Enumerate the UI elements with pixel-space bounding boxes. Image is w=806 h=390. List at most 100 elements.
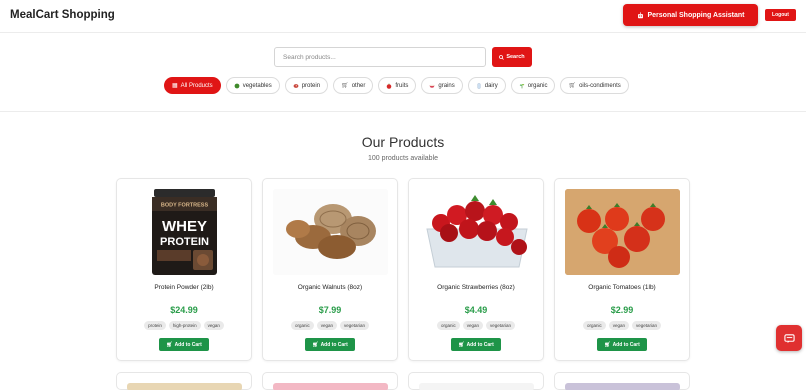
product-tags: organic vegan vegetarian [263,321,397,330]
cart-icon: 🛒︎ [341,83,349,89]
add-to-cart-label: Add to Cart [320,341,348,348]
search-button-label: Search [506,54,525,60]
meat-icon [293,83,299,88]
cart-icon: 🛒︎ [166,341,173,348]
product-tags: organic vegan vegetarian [555,321,689,330]
product-card: Organic Strawberries (8oz) $4.49 organic… [408,178,544,361]
sprout-icon [519,83,524,88]
category-chip-oils-condiments[interactable]: 🛒︎ oils-condiments [560,77,629,94]
search-input[interactable] [274,47,486,67]
cart-icon: 🛒︎ [312,341,319,348]
product-card: Organic Walnuts (8oz) $7.99 organic vega… [262,178,398,361]
tub-brand-text: BODY FORTRESS [161,203,209,209]
logout-button[interactable]: Logout [765,9,796,21]
product-card: BODY FORTRESS WHEY PROTEIN Protein Powde… [116,178,252,361]
product-name: Protein Powder (2lb) [154,284,214,291]
chip-label: All Products [180,82,213,89]
product-image[interactable] [273,383,388,390]
category-chip-organic[interactable]: organic [510,77,556,94]
category-chip-protein[interactable]: protein [284,77,329,94]
product-image[interactable] [565,383,680,390]
product-tag: vegetarian [340,321,370,330]
category-chip-all-products[interactable]: ▦ All Products [164,77,221,94]
product-price: $7.99 [318,305,342,315]
product-count: 100 products available [367,155,439,162]
product-image-tomatoes[interactable] [565,189,680,275]
tub-whey-text: WHEY [162,218,207,235]
walnuts-image [273,189,388,275]
vegetable-icon [234,83,240,88]
robot-icon [637,11,643,18]
chat-assistant-button[interactable] [776,325,802,351]
strawberries-image [419,189,534,275]
chip-label: fruits [395,82,409,89]
product-card [116,372,252,390]
category-chips: ▦ All Products vegetables protein 🛒︎ oth… [164,77,629,94]
section-title: Our Products [361,134,445,150]
product-tag: vegan [608,321,629,330]
product-name: Organic Tomatoes (1lb) [588,284,656,291]
product-tag: vegan [203,321,224,330]
add-to-cart-button[interactable]: 🛒︎ Add to Cart [597,338,647,351]
protein-tub-image: BODY FORTRESS WHEY PROTEIN [152,189,217,275]
product-tag: protein [144,321,166,330]
grid-icon: ▦ [172,83,178,89]
product-image-strawberries[interactable] [419,189,534,275]
product-tag: organic [290,321,314,330]
product-image[interactable] [419,383,534,390]
search-icon [499,54,505,60]
chip-label: oils-condiments [579,82,621,89]
chip-label: other [351,82,366,89]
category-chip-other[interactable]: 🛒︎ other [333,77,374,94]
product-tag: high-protein [168,321,201,330]
product-tag: vegetarian [486,321,516,330]
product-image[interactable] [127,383,242,390]
product-card [262,372,398,390]
chip-label: protein [301,82,321,89]
chip-label: dairy [484,82,498,89]
product-tag: organic [582,321,606,330]
cart-icon: 🛒︎ [568,83,577,89]
product-image-walnuts[interactable] [273,189,388,275]
add-to-cart-label: Add to Cart [466,341,494,348]
product-tags: organic vegan vegetarian [409,321,543,330]
apple-icon [387,82,392,89]
top-header: MealCart Shopping Personal Shopping Assi… [0,0,806,33]
product-tag: vegan [316,321,337,330]
product-price: $24.99 [170,305,198,315]
cart-icon: 🛒︎ [458,341,465,348]
chat-icon [783,333,795,343]
assistant-label: Personal Shopping Assistant [647,11,745,19]
product-tag: vegan [462,321,483,330]
add-to-cart-button[interactable]: 🛒︎ Add to Cart [305,338,355,351]
product-card: Organic Tomatoes (1lb) $2.99 organic veg… [554,178,690,361]
product-card [554,372,690,390]
filter-bar: Search ▦ All Products vegetables protein… [0,34,806,112]
add-to-cart-button[interactable]: 🛒︎ Add to Cart [451,338,501,351]
category-chip-grains[interactable]: grains [421,77,463,94]
tub-protein-text: PROTEIN [160,236,209,248]
category-chip-vegetables[interactable]: vegetables [225,77,280,94]
product-tag: vegetarian [632,321,662,330]
search-button[interactable]: Search [492,47,532,67]
bowl-icon [430,84,435,88]
personal-assistant-button[interactable]: Personal Shopping Assistant [623,4,758,26]
chip-label: grains [438,82,455,89]
brand-title: MealCart Shopping [10,9,115,21]
product-image-protein-powder[interactable]: BODY FORTRESS WHEY PROTEIN [127,189,242,275]
category-chip-fruits[interactable]: fruits [378,77,417,94]
milk-icon [477,82,481,89]
add-to-cart-label: Add to Cart [174,341,202,348]
product-price: $4.49 [464,305,488,315]
category-chip-dairy[interactable]: dairy [467,77,506,94]
product-name: Organic Walnuts (8oz) [297,284,363,291]
add-to-cart-label: Add to Cart [612,341,640,348]
add-to-cart-button[interactable]: 🛒︎ Add to Cart [159,338,209,351]
product-tags: protein high-protein vegan [117,321,251,330]
product-tag: organic [436,321,460,330]
product-price: $2.99 [610,305,634,315]
cart-icon: 🛒︎ [604,341,611,348]
product-card [408,372,544,390]
chip-label: vegetables [242,82,272,89]
product-name: Organic Strawberries (8oz) [437,284,515,291]
